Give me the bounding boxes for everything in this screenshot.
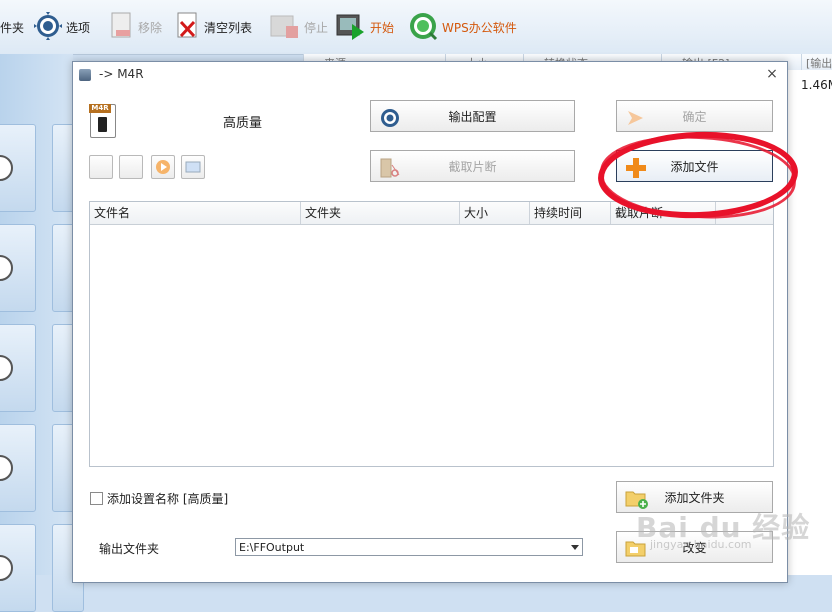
- category-tile[interactable]: [0, 524, 36, 612]
- image-icon: [0, 355, 13, 381]
- output-config-label: 输出配置: [448, 109, 497, 124]
- wps-globe-icon: [408, 11, 438, 44]
- options-toolbar-label: 选项: [66, 20, 91, 35]
- col-empty: [716, 202, 773, 224]
- output-folder-value: E:\FFOutput: [239, 541, 305, 554]
- delete-item-icon[interactable]: [119, 155, 143, 179]
- start-toolbar-button[interactable]: 开始: [336, 12, 394, 42]
- chevron-down-icon: [571, 545, 579, 550]
- start-toolbar-label: 开始: [370, 20, 395, 35]
- col-cut-clip[interactable]: 截取片断: [611, 202, 716, 224]
- add-folder-label: 添加文件夹: [664, 490, 725, 505]
- gear-icon: [34, 11, 62, 43]
- format-settings-dialog: -> M4R × M4R 高质量 输出配置 确定 截取片断 添加文件 文件名 文…: [72, 61, 788, 583]
- tools-icon: [0, 555, 13, 581]
- play-icon[interactable]: [151, 155, 175, 179]
- output-folder-select[interactable]: E:\FFOutput: [235, 538, 583, 556]
- ok-label: 确定: [682, 109, 707, 124]
- m4r-format-icon: M4R: [89, 104, 116, 138]
- remove-item-icon[interactable]: [89, 155, 113, 179]
- category-tile[interactable]: [0, 324, 36, 412]
- quality-label: 高质量: [223, 116, 263, 131]
- category-tile[interactable]: [0, 124, 36, 212]
- phone-icon: [98, 117, 107, 132]
- change-folder-button[interactable]: 改变: [616, 531, 773, 563]
- col-size[interactable]: 大小: [460, 202, 530, 224]
- clear-list-icon: [176, 12, 200, 43]
- folder-toolbar-label: 件夹: [0, 20, 25, 35]
- category-tile[interactable]: [0, 224, 36, 312]
- close-icon[interactable]: ×: [763, 65, 781, 83]
- task-col-output2[interactable]: [输出: [801, 54, 832, 70]
- clear-list-toolbar-label: 清空列表: [204, 20, 253, 35]
- disc-icon: [0, 155, 13, 181]
- add-file-label: 添加文件: [670, 159, 719, 174]
- app-icon: [79, 69, 91, 81]
- start-icon: [336, 12, 366, 43]
- cut-clip-button[interactable]: 截取片断: [370, 150, 575, 182]
- category-panel: [0, 54, 84, 612]
- ok-button[interactable]: 确定: [616, 100, 773, 132]
- options-toolbar-button[interactable]: 选项: [34, 11, 91, 43]
- change-folder-label: 改变: [682, 540, 707, 555]
- output-config-button[interactable]: 输出配置: [370, 100, 575, 132]
- main-toolbar: 件夹 选项 移除 清空列表 停止 开始 WPS办公软件: [0, 0, 832, 55]
- category-tile[interactable]: [0, 424, 36, 512]
- file-table[interactable]: 文件名 文件夹 大小 持续时间 截取片断: [89, 201, 774, 467]
- add-folder-button[interactable]: 添加文件夹: [616, 481, 773, 513]
- remove-toolbar-label: 移除: [138, 20, 163, 35]
- cut-clip-label: 截取片断: [448, 159, 497, 174]
- wps-toolbar-label: WPS办公软件: [442, 20, 517, 35]
- format-badge: M4R: [89, 104, 111, 113]
- append-setting-name-label: 添加设置名称 [高质量]: [107, 492, 229, 506]
- folder-toolbar-button[interactable]: 件夹: [0, 12, 24, 42]
- add-file-button[interactable]: 添加文件: [616, 150, 773, 182]
- append-setting-name-option[interactable]: 添加设置名称 [高质量]: [90, 490, 228, 507]
- append-setting-name-checkbox[interactable]: [90, 492, 103, 505]
- dialog-titlebar: -> M4R ×: [73, 62, 787, 88]
- task-size-value: 1.46M: [801, 78, 832, 92]
- stop-toolbar-label: 停止: [304, 20, 329, 35]
- document-remove-icon: [110, 12, 134, 43]
- col-folder[interactable]: 文件夹: [301, 202, 460, 224]
- col-filename[interactable]: 文件名: [90, 202, 301, 224]
- audio-icon: [0, 255, 13, 281]
- col-duration[interactable]: 持续时间: [530, 202, 611, 224]
- output-folder-label: 输出文件夹: [99, 542, 160, 556]
- stop-icon: [270, 12, 300, 43]
- document-icon: [0, 455, 13, 481]
- clear-list-toolbar-button[interactable]: 清空列表: [176, 12, 252, 42]
- file-table-header: 文件名 文件夹 大小 持续时间 截取片断: [90, 202, 773, 225]
- info-icon[interactable]: [181, 155, 205, 179]
- remove-toolbar-button[interactable]: 移除: [110, 12, 162, 42]
- dialog-title: -> M4R: [99, 67, 144, 81]
- wps-toolbar-button[interactable]: WPS办公软件: [408, 12, 517, 42]
- stop-toolbar-button[interactable]: 停止: [270, 12, 328, 42]
